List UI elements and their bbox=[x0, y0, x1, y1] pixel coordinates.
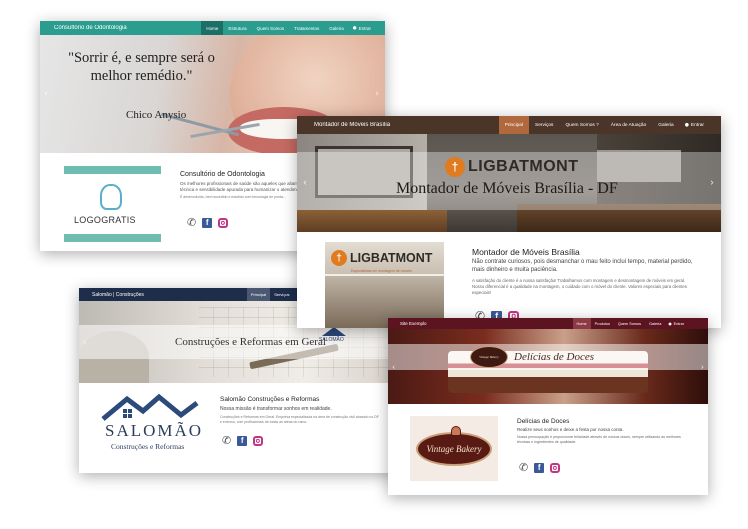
section-text-2: A satisfação do cliente é a nossa satisf… bbox=[472, 278, 687, 295]
hero-badge-text: Vintage Bakery bbox=[479, 355, 499, 359]
nav-item-servicos[interactable]: Serviços bbox=[529, 116, 559, 134]
nav-menu: Principal Serviços Quem Somos ? Área de … bbox=[498, 116, 721, 134]
user-icon: ● bbox=[352, 25, 357, 31]
whatsapp-icon[interactable]: ✆ bbox=[222, 434, 231, 447]
logo-box: LOGOGRATIS bbox=[64, 166, 161, 242]
site-card-delicias-doces[interactable]: Site Exemplo Home Produtos Quem Somos Ga… bbox=[388, 318, 708, 495]
hero-banner: Vintage Bakery Delícias de Doces ‹ › bbox=[388, 329, 708, 404]
nav-item-quem-somos[interactable]: Quem Somos bbox=[252, 21, 290, 35]
worker-icon: † bbox=[331, 250, 347, 266]
navbar: Site Exemplo Home Produtos Quem Somos Ga… bbox=[388, 318, 708, 329]
nav-item-estrutura[interactable]: Estrutura bbox=[223, 21, 251, 35]
hero-quote-author: Chico Anysio bbox=[126, 109, 187, 121]
slider-next-arrow[interactable]: › bbox=[375, 89, 379, 99]
navbar: Consultório de Odontologia Home Estrutur… bbox=[40, 21, 385, 35]
nav-item-tratamentos[interactable]: Tratamentos bbox=[289, 21, 324, 35]
section-title: Consultório de Odontologia bbox=[180, 171, 265, 178]
site-card-montador-moveis[interactable]: Montador de Móveis Brasília Principal Se… bbox=[297, 116, 721, 328]
salomao-logo: SALOMÃO Construções e Reformas bbox=[101, 393, 201, 459]
section-text-2: Construções e Reformas em Geral. Empresa… bbox=[220, 415, 379, 424]
hero-logo-text: LIGBATMONT bbox=[468, 158, 579, 175]
wood-cabinet-left bbox=[297, 210, 447, 232]
brand-name[interactable]: Salomão | Construções bbox=[79, 292, 247, 298]
slider-next-arrow[interactable]: › bbox=[701, 362, 704, 371]
bakery-badge-text: Vintage Bakery bbox=[426, 444, 482, 454]
user-icon: ● bbox=[684, 122, 689, 128]
user-icon: ● bbox=[668, 321, 672, 326]
worker-icon: † bbox=[445, 157, 465, 177]
tooth-icon bbox=[100, 184, 122, 210]
nav-item-principal[interactable]: Principal bbox=[498, 116, 530, 134]
nav-item-galeria[interactable]: Galeria bbox=[645, 318, 665, 329]
nav-item-entrar[interactable]: ●Entrar bbox=[680, 116, 721, 134]
whatsapp-icon[interactable]: ✆ bbox=[187, 216, 196, 229]
facebook-icon[interactable]: f bbox=[202, 217, 213, 228]
logo-subtitle: Construções e Reformas bbox=[111, 442, 185, 451]
social-links: ✆ f bbox=[519, 461, 561, 474]
hero-title: Construções e Reformas em Geral bbox=[175, 336, 326, 348]
hero-title: Delícias de Doces bbox=[514, 351, 595, 363]
nav-menu: Home Produtos Quem Somos Galeria ● Entrar bbox=[572, 318, 708, 329]
slider-prev-arrow[interactable]: ‹ bbox=[83, 338, 86, 347]
nav-item-quem-somos[interactable]: Quem Somos bbox=[614, 318, 645, 329]
instagram-icon[interactable] bbox=[550, 462, 561, 473]
nav-item-home[interactable]: Home bbox=[572, 318, 591, 329]
logo-top-bar bbox=[64, 166, 161, 174]
hero-quote: "Sorrir é, e sempre será o melhor remédi… bbox=[68, 50, 215, 84]
section-text: Realize seus sonhos e deixe a festa por … bbox=[517, 427, 624, 432]
nav-item-entrar[interactable]: ●Entrar bbox=[349, 21, 385, 35]
nav-item-quem-somos[interactable]: Quem Somos ? bbox=[559, 116, 604, 134]
brand-name[interactable]: Site Exemplo bbox=[388, 321, 573, 326]
whatsapp-icon[interactable]: ✆ bbox=[519, 461, 528, 474]
houses-roof-icon bbox=[101, 393, 199, 421]
nav-menu: Home Estrutura Quem Somos Tratamentos Ga… bbox=[201, 21, 385, 35]
facebook-icon[interactable]: f bbox=[534, 462, 545, 473]
brand-name[interactable]: Consultório de Odontologia bbox=[40, 25, 201, 31]
nav-item-entrar[interactable]: ●Entrar bbox=[665, 318, 708, 329]
nav-item-principal[interactable]: Principal bbox=[246, 288, 271, 301]
section-title: Delícias de Doces bbox=[517, 418, 570, 425]
company-logo-box: † LIGBATMONT Especialistas em montagem d… bbox=[325, 242, 444, 328]
box-logo-subtitle: Especialistas em montagem de móveis bbox=[351, 269, 412, 273]
nav-item-galeria[interactable]: Galeria bbox=[324, 21, 349, 35]
section-text: Nossa missão é transformar sonhos em rea… bbox=[220, 406, 332, 412]
box-logo-text: LIGBATMONT bbox=[350, 251, 433, 265]
bakery-badge: Vintage Bakery bbox=[416, 426, 492, 466]
slider-next-arrow[interactable]: › bbox=[710, 178, 714, 189]
section-text: Não contrate curiosos, pois desmanchar o… bbox=[472, 259, 693, 273]
navbar: Montador de Móveis Brasília Principal Se… bbox=[297, 116, 721, 134]
house-roof-icon bbox=[322, 327, 346, 336]
section-title: Salomão Construções e Reformas bbox=[220, 396, 320, 403]
logo-title: SALOMÃO bbox=[105, 421, 204, 440]
section-text-2: Nossa preocupação é proporcionar felicid… bbox=[517, 435, 681, 444]
hero-logo: † LIGBATMONT bbox=[445, 156, 578, 178]
logo-text: LOGOGRATIS bbox=[74, 215, 136, 225]
brand-name[interactable]: Montador de Móveis Brasília bbox=[297, 122, 499, 128]
nav-item-servicos[interactable]: Serviços bbox=[270, 288, 293, 301]
cupcake-icon bbox=[451, 426, 461, 436]
hero-title: Montador de Móveis Brasília - DF bbox=[396, 180, 618, 197]
facebook-icon[interactable]: f bbox=[237, 435, 248, 446]
slider-prev-arrow[interactable]: ‹ bbox=[44, 89, 48, 99]
slider-prev-arrow[interactable]: ‹ bbox=[392, 362, 395, 371]
hero-logo-badge: Vintage Bakery bbox=[470, 346, 508, 368]
bakery-logo-box: Vintage Bakery bbox=[410, 416, 498, 481]
hero-logo-text: SALOMÃO bbox=[319, 337, 344, 343]
nav-item-produtos[interactable]: Produtos bbox=[591, 318, 614, 329]
logo-bottom-bar bbox=[64, 234, 161, 242]
instagram-icon[interactable] bbox=[218, 217, 229, 228]
instagram-icon[interactable] bbox=[253, 435, 264, 446]
hero-banner: † LIGBATMONT Montador de Móveis Brasília… bbox=[297, 134, 721, 232]
slider-prev-arrow[interactable]: ‹ bbox=[303, 178, 307, 189]
social-links: ✆ f bbox=[222, 434, 264, 447]
section-title: Montador de Móveis Brasília bbox=[472, 247, 580, 257]
nav-item-home[interactable]: Home bbox=[201, 21, 224, 35]
hero-house-logo: SALOMÃO bbox=[319, 327, 349, 345]
nav-item-galeria[interactable]: Galeria bbox=[652, 116, 679, 134]
social-links: ✆ f bbox=[187, 216, 229, 229]
nav-item-area-atuacao[interactable]: Área de Atuação bbox=[605, 116, 652, 134]
